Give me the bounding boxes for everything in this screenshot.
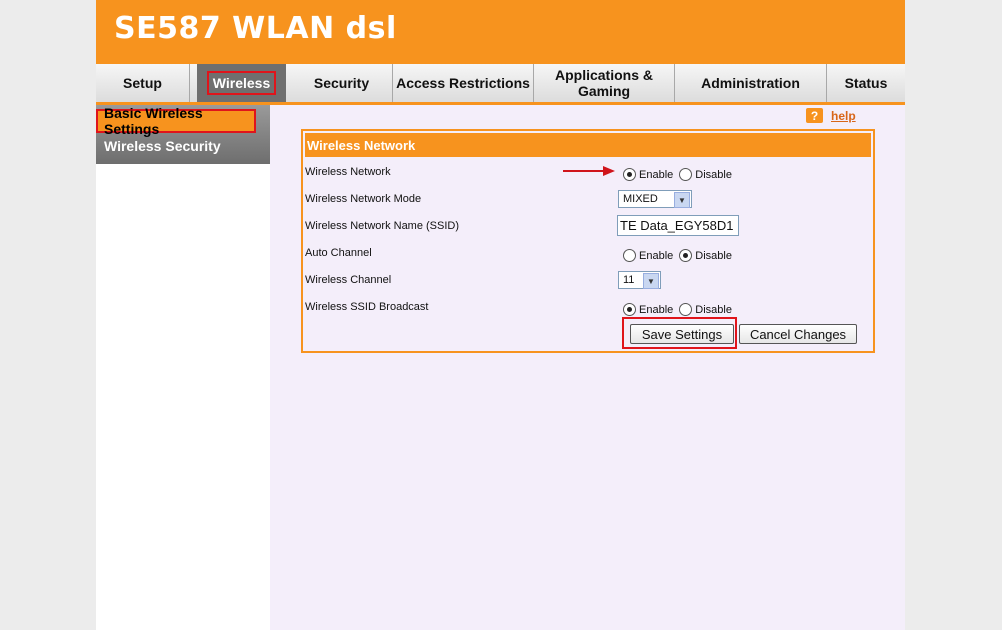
tab-access-restrictions[interactable]: Access Restrictions: [393, 64, 534, 102]
sidebar-item-wireless-security[interactable]: Wireless Security: [104, 138, 221, 154]
tab-status[interactable]: Status: [827, 64, 905, 102]
main-nav: Setup Wireless Security Access Restricti…: [96, 64, 905, 103]
wireless-network-radio-group: Enable Disable: [623, 168, 738, 181]
sidebar: Basic Wireless Settings Wireless Securit…: [96, 105, 270, 630]
wireless-channel-label: Wireless Channel: [305, 274, 392, 286]
wireless-mode-label: Wireless Network Mode: [305, 193, 422, 205]
help-link-group[interactable]: ? help: [806, 108, 856, 123]
auto-channel-disable-radio[interactable]: [679, 249, 693, 262]
ssid-broadcast-label: Wireless SSID Broadcast: [305, 301, 429, 313]
chevron-down-icon[interactable]: ▼: [643, 273, 659, 289]
wireless-channel-select[interactable]: 11 ▼: [618, 271, 661, 289]
ssid-label: Wireless Network Name (SSID): [305, 220, 460, 232]
wireless-network-label: Wireless Network: [305, 166, 391, 178]
panel-title: Wireless Network: [305, 133, 871, 157]
sidebar-item-basic-wireless-settings[interactable]: Basic Wireless Settings: [96, 105, 256, 137]
save-settings-button[interactable]: Save Settings: [630, 324, 734, 344]
auto-channel-enable-radio[interactable]: [623, 249, 636, 262]
red-arrow-icon: [563, 166, 615, 176]
tab-wireless[interactable]: Wireless: [197, 64, 286, 102]
header-banner: SE587 WLAN dsl: [96, 0, 905, 64]
sidebar-menu: Basic Wireless Settings Wireless Securit…: [96, 105, 270, 164]
wireless-network-panel: Wireless Network: [301, 129, 875, 353]
wireless-network-disable-radio[interactable]: [679, 168, 693, 181]
ssid-broadcast-radio-group: Enable Disable: [623, 303, 738, 316]
cancel-changes-button[interactable]: Cancel Changes: [739, 324, 857, 344]
ssid-broadcast-disable-radio[interactable]: [679, 303, 693, 316]
chevron-down-icon[interactable]: ▼: [674, 192, 690, 208]
tab-security[interactable]: Security: [291, 64, 393, 102]
ssid-broadcast-enable-radio[interactable]: [623, 303, 636, 316]
help-link[interactable]: help: [831, 109, 856, 123]
wireless-mode-select[interactable]: MIXED ▼: [618, 190, 692, 208]
help-icon[interactable]: ?: [806, 108, 823, 123]
wireless-network-enable-radio[interactable]: [623, 168, 636, 181]
ssid-input[interactable]: TE Data_EGY58D1: [617, 215, 739, 236]
product-title: SE587 WLAN dsl: [114, 11, 397, 46]
tab-applications-gaming[interactable]: Applications & Gaming: [534, 64, 675, 102]
tab-setup[interactable]: Setup: [96, 64, 190, 102]
auto-channel-label: Auto Channel: [305, 247, 372, 259]
tab-administration[interactable]: Administration: [675, 64, 827, 102]
auto-channel-radio-group: Enable Disable: [623, 249, 738, 262]
